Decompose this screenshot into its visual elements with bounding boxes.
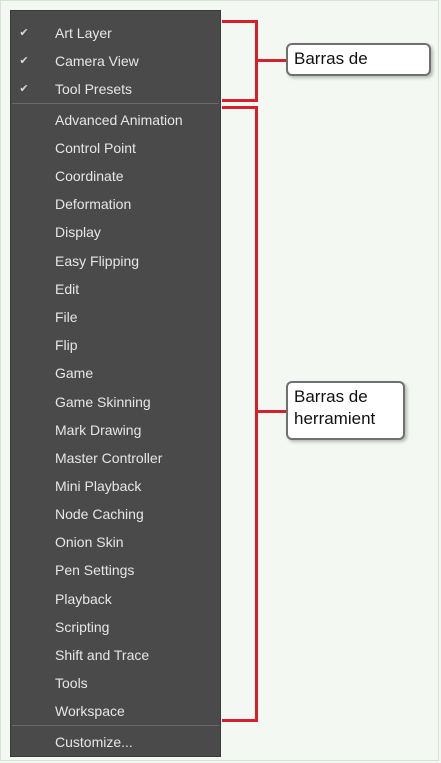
menu-item-easy-flipping[interactable]: Easy Flipping (11, 249, 220, 273)
menu-item-label: Mark Drawing (55, 422, 142, 438)
menu-item-label: Game (55, 365, 94, 381)
menu-item-mark-drawing[interactable]: Mark Drawing (11, 418, 220, 442)
menu-separator (12, 725, 219, 726)
menu-item-scripting[interactable]: Scripting (11, 615, 220, 639)
menu-item-label: Onion Skin (55, 534, 124, 550)
menu-item-workspace[interactable]: Workspace (11, 699, 220, 723)
menu-item-pen-settings[interactable]: Pen Settings (11, 558, 220, 582)
menu-item-game-skinning[interactable]: Game Skinning (11, 390, 220, 414)
menu-item-label: Coordinate (55, 168, 124, 184)
menu-item-label: Game Skinning (55, 394, 151, 410)
menu-item-label: Workspace (55, 703, 125, 719)
menu-item-tool-presets[interactable]: ✔ Tool Presets (11, 77, 220, 101)
toolbars-list-bracket (222, 106, 258, 722)
menu-item-master-controller[interactable]: Master Controller (11, 446, 220, 470)
menu-item-label: Mini Playback (55, 478, 142, 494)
menu-item-label: Tools (55, 675, 88, 691)
checked-toolbars-bracket (222, 20, 258, 102)
callout-text-line-2: herramient (294, 409, 376, 428)
menu-item-label: Control Point (55, 140, 136, 156)
menu-item-art-layer[interactable]: ✔ Art Layer (11, 21, 220, 45)
menu-item-coordinate[interactable]: Coordinate (11, 164, 220, 188)
menu-item-flip[interactable]: Flip (11, 333, 220, 357)
menu-item-label: Easy Flipping (55, 253, 140, 269)
menu-item-label: Advanced Animation (55, 112, 183, 128)
menu-item-deformation[interactable]: Deformation (11, 192, 220, 216)
toolbars-context-menu: ✔ Art Layer ✔ Camera View ✔ Tool Presets… (10, 10, 221, 757)
bracket-connector-line (258, 59, 287, 62)
checkmark-icon: ✔ (19, 55, 29, 67)
menu-item-label: Edit (55, 281, 80, 297)
menu-separator (12, 103, 219, 104)
menu-item-edit[interactable]: Edit (11, 277, 220, 301)
menu-item-file[interactable]: File (11, 305, 220, 329)
menu-item-label: Node Caching (55, 506, 144, 522)
bracket-connector-line (258, 410, 287, 413)
menu-item-tools[interactable]: Tools (11, 671, 220, 695)
menu-item-label: Master Controller (55, 450, 163, 466)
menu-item-label: Camera View (55, 53, 139, 69)
menu-item-node-caching[interactable]: Node Caching (11, 502, 220, 526)
menu-item-label: Art Layer (55, 25, 112, 41)
menu-item-display[interactable]: Display (11, 220, 220, 244)
callout-text-line-1: Barras de (294, 387, 368, 406)
menu-item-label: Display (55, 224, 101, 240)
menu-item-label: Deformation (55, 196, 132, 212)
menu-item-shift-and-trace[interactable]: Shift and Trace (11, 643, 220, 667)
menu-item-label: Scripting (55, 619, 110, 635)
callout-box: Barras de (286, 43, 431, 76)
menu-item-control-point[interactable]: Control Point (11, 136, 220, 160)
checkmark-icon: ✔ (19, 27, 29, 39)
menu-item-playback[interactable]: Playback (11, 587, 220, 611)
callout-text: Barras de (294, 49, 368, 68)
menu-item-label: Tool Presets (55, 81, 133, 97)
menu-item-label: Pen Settings (55, 562, 135, 578)
menu-item-label: Flip (55, 337, 78, 353)
menu-item-customize[interactable]: Customize... (11, 730, 220, 754)
menu-item-label: Playback (55, 591, 112, 607)
menu-item-label: Shift and Trace (55, 647, 150, 663)
checkmark-icon: ✔ (19, 83, 29, 95)
menu-item-advanced-animation[interactable]: Advanced Animation (11, 108, 220, 132)
menu-item-onion-skin[interactable]: Onion Skin (11, 530, 220, 554)
menu-item-game[interactable]: Game (11, 361, 220, 385)
menu-item-camera-view[interactable]: ✔ Camera View (11, 49, 220, 73)
menu-item-label: Customize... (55, 734, 133, 750)
callout-box: Barras de herramient (286, 381, 405, 440)
menu-item-label: File (55, 309, 78, 325)
menu-item-mini-playback[interactable]: Mini Playback (11, 474, 220, 498)
